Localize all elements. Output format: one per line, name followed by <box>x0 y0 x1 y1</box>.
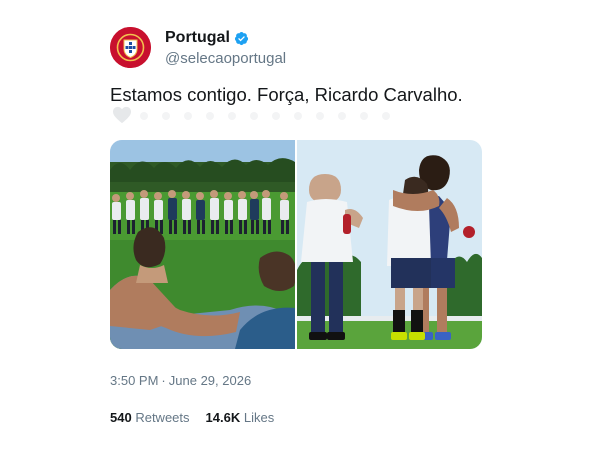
retweets-label: Retweets <box>135 410 190 425</box>
player-hug-photo[interactable] <box>297 140 482 349</box>
likes-stat[interactable]: 14.6K Likes <box>206 410 275 425</box>
account-name-row[interactable]: Portugal <box>165 29 249 47</box>
tweet-media-grid <box>110 140 482 349</box>
retweets-count: 540 <box>110 410 132 425</box>
tweet-time: 3:50 PM <box>110 373 159 388</box>
account-handle[interactable]: @selecaoportugal <box>165 50 286 67</box>
display-name[interactable]: Portugal <box>165 29 230 47</box>
avatar[interactable] <box>110 27 151 68</box>
timestamp-separator: · <box>161 373 166 388</box>
tweet-timestamp[interactable]: 3:50 PM · June 29, 2026 <box>110 373 251 388</box>
tweet-text: Estamos contigo. Força, Ricardo Carvalho… <box>110 84 463 105</box>
team-huddle-photo[interactable] <box>110 140 295 349</box>
portugal-crest-icon <box>110 27 151 68</box>
likes-count: 14.6K <box>205 410 241 425</box>
verified-badge-icon <box>234 31 248 45</box>
heart-icon[interactable] <box>112 106 132 124</box>
retweets-stat[interactable]: 540 Retweets <box>110 410 190 425</box>
faded-emoji-row <box>140 112 390 120</box>
tweet-date: June 29, 2026 <box>168 373 252 388</box>
likes-label: Likes <box>243 410 275 425</box>
tweet-stats: 540 Retweets 14.6K Likes <box>110 410 274 425</box>
